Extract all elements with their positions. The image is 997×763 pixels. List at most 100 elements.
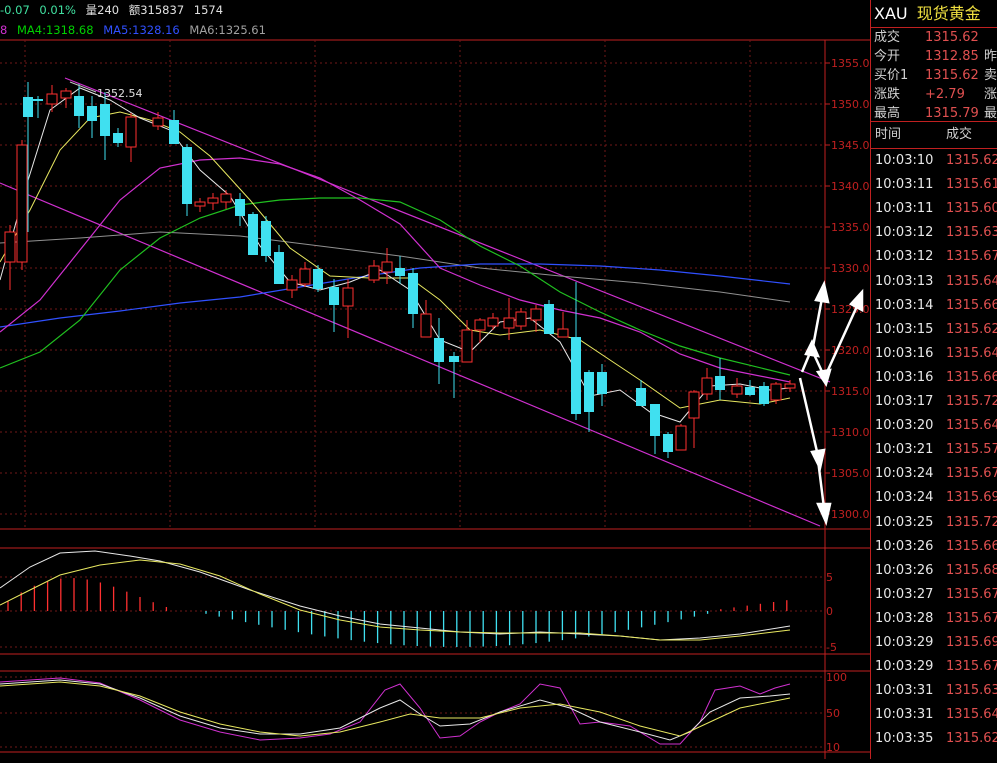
tick-price: 1315.62	[946, 153, 997, 168]
tick-price: 1315.72	[946, 514, 997, 530]
price-tick-label: 1340.0	[831, 180, 870, 193]
tick-time: 10:03:26	[875, 562, 934, 578]
candle-body-down	[182, 147, 192, 204]
tick-price: 1315.69	[946, 490, 997, 506]
candle-body-down	[408, 273, 418, 314]
quote-row-value: 1315.62	[925, 68, 979, 83]
price-tick-label: 1300.0	[831, 508, 870, 521]
candle-body-up	[515, 311, 527, 327]
channel-upper-line	[64, 77, 831, 383]
macd-yellow-line	[0, 559, 791, 641]
tick-row: 10:03:13 1315.64	[871, 270, 997, 294]
tick-row: 10:03:29 1315.67	[871, 655, 997, 679]
tick-row: 10:03:10 1315.62	[871, 149, 997, 173]
candle-body-up	[557, 328, 569, 338]
candle-body-up	[675, 425, 687, 451]
candle-body-down	[715, 376, 725, 390]
candle-body-down	[650, 404, 660, 436]
ma6-label: MA6:1325.61	[189, 23, 266, 37]
tick-price: 1315.62	[946, 731, 997, 747]
ma-prefix: 8	[0, 23, 8, 37]
amount-value: 额315837	[128, 3, 185, 17]
quote-row-tail: 卖	[984, 68, 997, 83]
candle-body-up	[731, 385, 743, 395]
ma4-label: MA4:1318.68	[16, 23, 94, 37]
tick-price: 1315.64	[946, 273, 997, 289]
price-tick-label: 1355.0	[831, 57, 870, 70]
kdj-k-white-line	[0, 679, 791, 741]
tick-time: 10:03:17	[875, 394, 934, 409]
tick-price: 1315.67	[946, 249, 997, 265]
ma5-label: MA5:1328.16	[103, 23, 180, 37]
tick-time: 10:03:31	[875, 683, 934, 699]
info-bar: -0.07 0.01% 量240 额315837 1574	[0, 0, 870, 20]
macd-tick-label: 0	[826, 605, 833, 618]
quote-row-label: 成交	[874, 30, 901, 45]
kline-chart-svg[interactable]: 1355.01350.01345.01340.01335.01330.01325…	[0, 0, 870, 759]
tick-time: 10:03:29	[875, 635, 934, 650]
tick-row: 10:03:26 1315.68	[871, 559, 997, 583]
tick-row: 10:03:21 1315.57	[871, 438, 997, 462]
tick-row: 10:03:14 1315.66	[871, 294, 997, 318]
candle-body-up	[342, 287, 354, 307]
candle-body-up	[46, 93, 58, 105]
candle-body-down	[23, 97, 33, 117]
tick-time: 10:03:24	[875, 490, 934, 506]
candle-body-down	[169, 120, 179, 144]
candle-body-down	[759, 386, 769, 404]
quote-row: 买价1 1315.62 卖	[871, 66, 997, 86]
quote-row-value: 1315.62	[925, 30, 979, 45]
tick-row: 10:03:12 1315.67	[871, 245, 997, 269]
tick-price: 1315.68	[946, 562, 997, 578]
candle-body-up	[770, 383, 782, 401]
price-tick-label: 1335.0	[831, 221, 870, 234]
tick-time: 10:03:11	[875, 201, 934, 217]
arrow-down-mid	[798, 377, 820, 457]
candle-body-down	[597, 372, 607, 394]
kline-chart-area[interactable]: 1355.0 1350.0 1345.0 1340.0 1335.0 1330.0 1325…	[0, 0, 870, 759]
high-annotation-leader	[69, 81, 97, 93]
tick-time: 10:03:27	[875, 586, 934, 602]
drawn-arrows	[798, 280, 864, 526]
candle-body-down	[74, 96, 84, 116]
tick-time: 10:03:11	[875, 177, 934, 193]
candle-body-up	[194, 201, 206, 207]
quote-row-value: +2.79	[925, 87, 965, 102]
tick-price: 1315.60	[946, 201, 997, 217]
tick-price: 1315.61	[946, 177, 997, 193]
tick-row: 10:03:24 1315.67	[871, 462, 997, 486]
tick-price: 1315.63	[946, 683, 997, 699]
tick-price: 1315.64	[946, 418, 997, 434]
tick-row: 10:03:17 1315.72	[871, 390, 997, 414]
tick-price: 1315.67	[946, 586, 997, 602]
tick-price: 1315.67	[946, 659, 997, 675]
tick-row: 10:03:15 1315.62	[871, 318, 997, 342]
tick-row: 10:03:12 1315.63	[871, 221, 997, 245]
candle-body-up	[4, 231, 16, 263]
kdj-tick-label: 50	[826, 707, 840, 720]
tick-row: 10:03:27 1315.67	[871, 583, 997, 607]
tick-price: 1315.66	[946, 369, 997, 385]
candle-body-up	[286, 279, 298, 291]
candle-body-down	[745, 387, 755, 395]
candle-body-up	[503, 317, 515, 329]
candle-body-down	[584, 372, 594, 412]
candle-body-down	[113, 133, 123, 143]
candle-body-down	[434, 338, 444, 362]
tick-list-header: 时间 成交	[871, 121, 997, 149]
quote-row: 今开 1312.85 昨	[871, 47, 997, 67]
tick-time: 10:03:20	[875, 418, 934, 434]
candle-body-up	[16, 144, 28, 263]
quote-row-label: 买价1	[874, 68, 909, 83]
candle-body-down	[636, 388, 646, 406]
quote-row: 成交 1315.62	[871, 28, 997, 48]
tick-price: 1315.57	[946, 442, 997, 458]
candle-body-up	[381, 261, 393, 273]
candle-body-down	[235, 199, 245, 216]
tick-row: 10:03:11 1315.61	[871, 173, 997, 197]
candle-body-up	[420, 313, 432, 338]
quote-panel: XAU 现货黄金 成交 1315.62 今开 1312.85 昨买价1 1315.62 卖涨…	[870, 0, 997, 759]
change-value: -0.07	[0, 3, 30, 17]
quote-row-tail: 昨	[984, 49, 997, 64]
candle-body-up	[487, 317, 499, 327]
